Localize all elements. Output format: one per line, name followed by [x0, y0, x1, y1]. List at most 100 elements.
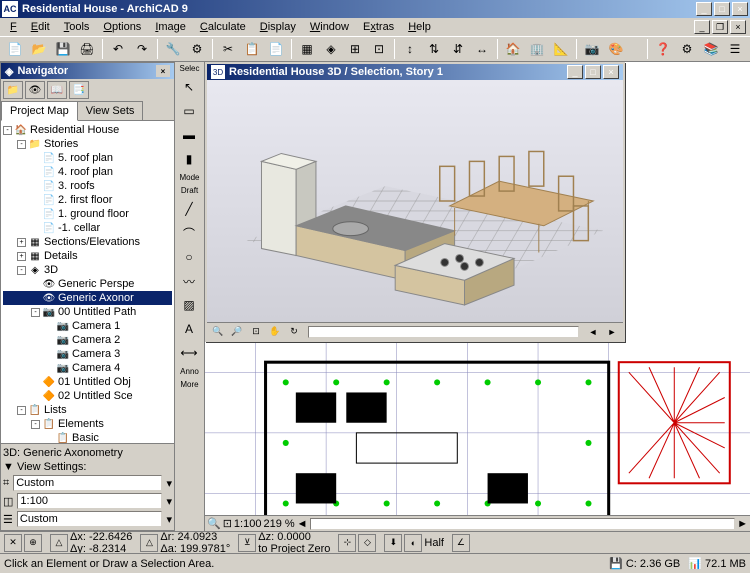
polar-toggle-icon[interactable]: △ [140, 534, 158, 552]
2d-scroll-right[interactable]: ► [737, 518, 748, 530]
library-icon[interactable]: 📚 [700, 38, 722, 60]
nav-mode-2[interactable]: 👁 [25, 81, 45, 99]
pan-button[interactable]: ✋ [266, 324, 284, 340]
tree-item[interactable]: -📋Lists [3, 403, 172, 417]
save-button[interactable]: 💾 [52, 38, 74, 60]
tree-item[interactable]: 👁Generic Perspe [3, 277, 172, 291]
column-tool[interactable]: ▮ [175, 147, 203, 171]
text-tool[interactable]: A [175, 317, 203, 341]
tool-button-9[interactable]: ↔ [471, 38, 493, 60]
paste-button[interactable]: 📄 [265, 38, 287, 60]
copy-button[interactable]: 📋 [241, 38, 263, 60]
render-button[interactable]: 🎨 [605, 38, 627, 60]
zoom-out-button[interactable]: 🔎 [228, 324, 246, 340]
mdi-minimize-button[interactable]: _ [694, 20, 710, 34]
dropdown-icon[interactable]: ▾ [166, 495, 172, 508]
settings-icon[interactable]: ⚙ [676, 38, 698, 60]
menu-file[interactable]: F [4, 19, 23, 35]
tree-item[interactable]: 📋Basic [3, 431, 172, 443]
new-button[interactable]: 📄 [4, 38, 26, 60]
3d-viewport[interactable] [207, 80, 623, 322]
dropdown-icon[interactable]: ▾ [166, 477, 172, 490]
3d-maximize-button[interactable]: □ [585, 65, 601, 79]
project-tree[interactable]: -🏠Residential House-📁Stories📄5. roof pla… [1, 121, 174, 443]
tree-item[interactable]: 📄3. roofs [3, 179, 172, 193]
wall-tool[interactable]: ▬ [175, 123, 203, 147]
coord-x-icon[interactable]: ✕ [4, 534, 22, 552]
3d-minimize-button[interactable]: _ [567, 65, 583, 79]
tree-item[interactable]: 📄5. roof plan [3, 151, 172, 165]
view-button-2[interactable]: 🏢 [526, 38, 548, 60]
3d-scrollbar[interactable] [308, 326, 579, 338]
tool-button-5[interactable]: ⊡ [368, 38, 390, 60]
menu-image[interactable]: Image [149, 19, 192, 35]
scroll-right-button[interactable]: ► [603, 324, 621, 340]
open-button[interactable]: 📂 [28, 38, 50, 60]
tool-button-2[interactable]: ⚙ [186, 38, 208, 60]
layers-icon[interactable]: ☰ [724, 38, 746, 60]
menu-help[interactable]: Help [402, 19, 437, 35]
tree-item[interactable]: 📷Camera 1 [3, 319, 172, 333]
2d-scrollbar[interactable] [310, 518, 736, 530]
fill-tool[interactable]: ▨ [175, 293, 203, 317]
line-tool[interactable]: ╱ [175, 197, 203, 221]
menu-display[interactable]: Display [254, 19, 302, 35]
tab-view-sets[interactable]: View Sets [77, 101, 144, 120]
tree-item[interactable]: -◈3D [3, 263, 172, 277]
polyline-tool[interactable]: 〰 [175, 269, 203, 293]
tree-item[interactable]: -📋Elements [3, 417, 172, 431]
tree-item[interactable]: 👁Generic Axonor [3, 291, 172, 305]
tree-toggle[interactable]: - [17, 266, 26, 275]
tree-toggle[interactable]: - [31, 308, 40, 317]
grid-button[interactable]: ▦ [296, 38, 318, 60]
2d-scroll-left[interactable]: ◄ [297, 518, 308, 530]
redo-button[interactable]: ↷ [131, 38, 153, 60]
undo-button[interactable]: ↶ [107, 38, 129, 60]
angle-icon[interactable]: ∠ [452, 534, 470, 552]
tree-item[interactable]: 📄1. ground floor [3, 207, 172, 221]
orbit-button[interactable]: ↻ [285, 324, 303, 340]
menu-options[interactable]: Options [97, 19, 147, 35]
tool-button-7[interactable]: ⇅ [423, 38, 445, 60]
view-button-3[interactable]: 📐 [550, 38, 572, 60]
coord-lock-icon[interactable]: ⊕ [24, 534, 42, 552]
navigator-close-button[interactable]: × [156, 65, 170, 77]
tree-item[interactable]: 📄-1. cellar [3, 221, 172, 235]
custom-field-2[interactable]: Custom [17, 511, 163, 527]
tree-item[interactable]: -📁Stories [3, 137, 172, 151]
tree-toggle[interactable]: - [3, 126, 12, 135]
tool-button-1[interactable]: 🔧 [162, 38, 184, 60]
camera-button[interactable]: 📷 [581, 38, 603, 60]
2d-fit-button[interactable]: ⊡ [223, 517, 232, 530]
tool-button-4[interactable]: ⊞ [344, 38, 366, 60]
tree-toggle[interactable]: - [17, 140, 26, 149]
tree-item[interactable]: -📷00 Untitled Path [3, 305, 172, 319]
view-button-1[interactable]: 🏠 [502, 38, 524, 60]
help-icon[interactable]: ❓ [652, 38, 674, 60]
zoom-in-button[interactable]: 🔍 [209, 324, 227, 340]
marquee-tool[interactable]: ▭ [175, 99, 203, 123]
nav-mode-1[interactable]: 📁 [3, 81, 23, 99]
dimension-tool[interactable]: ⟷ [175, 341, 203, 365]
tree-toggle[interactable]: + [17, 238, 26, 247]
dropdown-icon[interactable]: ▾ [166, 513, 172, 526]
menu-tools[interactable]: Tools [58, 19, 96, 35]
gravity-icon[interactable]: ⬇ [384, 534, 402, 552]
3d-close-button[interactable]: × [603, 65, 619, 79]
custom-field-1[interactable]: Custom [13, 475, 162, 491]
menu-window[interactable]: Window [304, 19, 355, 35]
nav-mode-4[interactable]: 📑 [69, 81, 89, 99]
close-button[interactable]: × [732, 2, 748, 16]
tree-item[interactable]: 📷Camera 3 [3, 347, 172, 361]
tab-project-map[interactable]: Project Map [1, 101, 78, 121]
scale-field[interactable]: 1:100 [17, 493, 162, 509]
circle-tool[interactable]: ○ [175, 245, 203, 269]
tree-item[interactable]: 🔶01 Untitled Obj [3, 375, 172, 389]
tree-item[interactable]: 📄2. first floor [3, 193, 172, 207]
3d-subwindow-titlebar[interactable]: 3D Residential House 3D / Selection, Sto… [207, 64, 623, 80]
maximize-button[interactable]: □ [714, 2, 730, 16]
snap-icon-2[interactable]: ◇ [358, 534, 376, 552]
tree-item[interactable]: 🔶02 Untitled Sce [3, 389, 172, 403]
tree-item[interactable]: 📄4. roof plan [3, 165, 172, 179]
snap-icon-1[interactable]: ⊹ [338, 534, 356, 552]
